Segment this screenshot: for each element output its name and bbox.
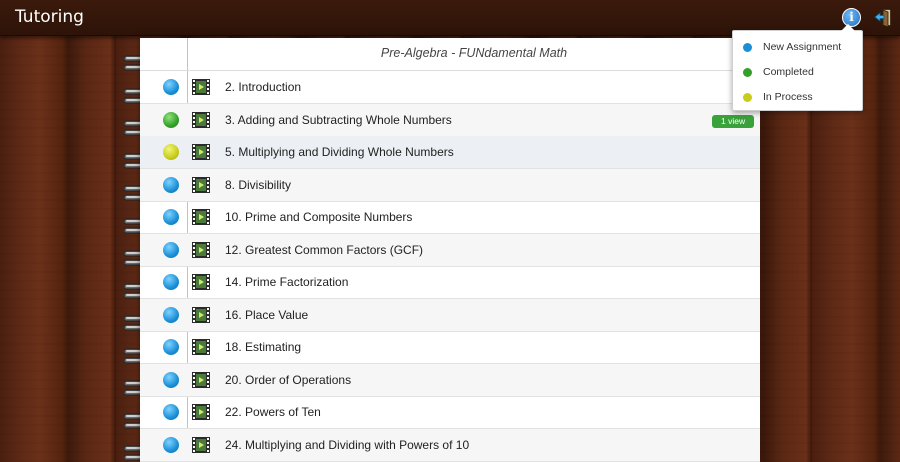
lesson-title[interactable]: 16. Place Value bbox=[225, 308, 308, 322]
notebook-title: Pre-Algebra - FUNdamental Math bbox=[380, 46, 568, 60]
lesson-row[interactable]: 5. Multiplying and Dividing Whole Number… bbox=[140, 136, 760, 169]
status-legend-popup: New Assignment Completed In Process bbox=[732, 24, 863, 111]
status-new-icon bbox=[163, 306, 179, 323]
legend-label: New Assignment bbox=[763, 41, 842, 53]
lesson-title[interactable]: 22. Powers of Ten bbox=[225, 405, 321, 419]
logout-icon[interactable] bbox=[874, 7, 894, 28]
lesson-row[interactable]: 10. Prime and Composite Numbers bbox=[140, 201, 760, 234]
lesson-title[interactable]: 12. Greatest Common Factors (GCF) bbox=[225, 243, 423, 257]
status-new-icon bbox=[163, 241, 179, 258]
notebook-header: Pre-Algebra - FUNdamental Math bbox=[140, 38, 760, 71]
video-icon[interactable] bbox=[191, 143, 211, 161]
video-icon[interactable] bbox=[191, 403, 211, 421]
legend-dot-icon bbox=[743, 43, 752, 52]
legend-label: Completed bbox=[763, 66, 814, 78]
status-new-icon bbox=[163, 79, 179, 95]
lesson-title[interactable]: 20. Order of Operations bbox=[225, 373, 351, 387]
lesson-row[interactable]: 24. Multiplying and Dividing with Powers… bbox=[140, 428, 760, 462]
status-new-icon bbox=[163, 274, 179, 290]
lesson-title[interactable]: 8. Divisibility bbox=[225, 178, 291, 192]
lesson-row[interactable]: 22. Powers of Ten bbox=[140, 396, 760, 429]
status-new-icon bbox=[163, 339, 179, 355]
lesson-row[interactable]: 20. Order of Operations bbox=[140, 363, 760, 397]
lesson-row[interactable]: 18. Estimating bbox=[140, 331, 760, 364]
view-count-badge: 1 view bbox=[712, 114, 755, 128]
app-title: Tutoring bbox=[15, 7, 84, 27]
video-icon[interactable] bbox=[191, 78, 211, 96]
video-icon[interactable] bbox=[191, 241, 211, 259]
legend-dot-icon bbox=[743, 68, 752, 77]
lesson-title[interactable]: 3. Adding and Subtracting Whole Numbers bbox=[225, 113, 452, 127]
lesson-title[interactable]: 14. Prime Factorization bbox=[225, 275, 348, 289]
video-icon[interactable] bbox=[191, 111, 211, 129]
lesson-notebook: Pre-Algebra - FUNdamental Math 2. Introd… bbox=[140, 38, 760, 462]
lesson-title[interactable]: 18. Estimating bbox=[225, 340, 301, 354]
video-icon[interactable] bbox=[191, 371, 211, 389]
status-inprocess-icon bbox=[163, 144, 179, 160]
status-completed-icon bbox=[163, 111, 179, 128]
lesson-title[interactable]: 10. Prime and Composite Numbers bbox=[225, 210, 412, 224]
lesson-row[interactable]: 2. Introduction bbox=[140, 71, 760, 104]
status-new-icon bbox=[163, 371, 179, 388]
lesson-row[interactable]: 3. Adding and Subtracting Whole Numbers 1… bbox=[140, 103, 760, 137]
video-icon[interactable] bbox=[191, 436, 211, 454]
status-new-icon bbox=[163, 176, 179, 193]
status-new-icon bbox=[163, 436, 179, 453]
lesson-title[interactable]: 2. Introduction bbox=[225, 80, 301, 94]
legend-dot-icon bbox=[743, 93, 752, 102]
status-new-icon bbox=[163, 209, 179, 225]
status-new-icon bbox=[163, 404, 179, 420]
lesson-title[interactable]: 5. Multiplying and Dividing Whole Number… bbox=[225, 145, 454, 159]
lesson-row[interactable]: 8. Divisibility bbox=[140, 168, 760, 202]
video-icon[interactable] bbox=[191, 176, 211, 194]
lesson-row[interactable]: 12. Greatest Common Factors (GCF) bbox=[140, 233, 760, 267]
video-icon[interactable] bbox=[191, 273, 211, 291]
video-icon[interactable] bbox=[191, 306, 211, 324]
video-icon[interactable] bbox=[191, 338, 211, 356]
lesson-row[interactable]: 14. Prime Factorization bbox=[140, 266, 760, 299]
video-icon[interactable] bbox=[191, 208, 211, 226]
lesson-title[interactable]: 24. Multiplying and Dividing with Powers… bbox=[225, 438, 469, 452]
lesson-row[interactable]: 16. Place Value bbox=[140, 298, 760, 332]
legend-label: In Process bbox=[763, 91, 813, 103]
